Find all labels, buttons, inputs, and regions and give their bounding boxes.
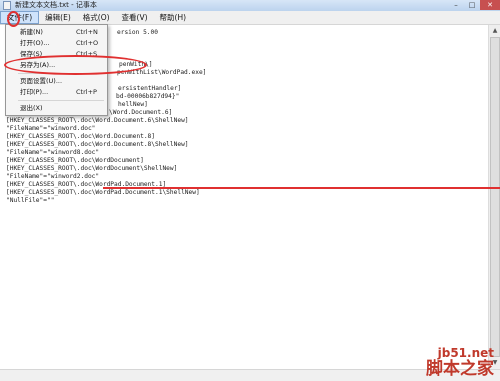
menu-bar: 文件(F) 编辑(E) 格式(O) 查看(V) 帮助(H) xyxy=(0,11,500,25)
scroll-up-icon[interactable]: ▲ xyxy=(490,26,500,36)
menu-item-page-setup[interactable]: 页面设置(U)... xyxy=(6,76,107,87)
file-menu-highlight-circle xyxy=(7,11,20,27)
annotation-underline xyxy=(103,187,500,189)
text-line: ersion 5.00 xyxy=(117,29,158,36)
text-line: "FileName"="winword2.doc" xyxy=(6,173,100,180)
text-line: [HKEY_CLASSES_ROOT\.doc\WordPad.Document… xyxy=(6,189,200,196)
minimize-button[interactable]: – xyxy=(448,0,464,10)
text-line: [HKEY_CLASSES_ROOT\.doc\WordDocument] xyxy=(6,157,144,164)
text-line: [HKEY_CLASSES_ROOT\.doc\Word.Document.8\… xyxy=(6,141,189,148)
window-title: 新建文本文档.txt - 记事本 xyxy=(15,1,97,9)
menu-view[interactable]: 查看(V) xyxy=(116,11,154,24)
menu-item-label: 打印(P)... xyxy=(20,88,49,96)
menu-item-exit[interactable]: 退出(X) xyxy=(6,103,107,114)
text-line: "FileName"="winword.doc" xyxy=(6,125,96,132)
menu-format[interactable]: 格式(O) xyxy=(77,11,116,24)
scrollbar-thumb[interactable] xyxy=(490,37,500,357)
notepad-app-icon[interactable] xyxy=(3,1,11,10)
text-line: "NullFile"="" xyxy=(6,197,55,204)
menu-edit[interactable]: 编辑(E) xyxy=(39,11,77,24)
maximize-button[interactable]: □ xyxy=(464,0,480,10)
text-line: ersistentHandler] xyxy=(118,85,182,92)
status-bar xyxy=(0,369,500,381)
menu-item-shortcut: Ctrl+N xyxy=(76,28,98,36)
text-line: "FileName"="winword8.doc" xyxy=(6,149,100,156)
menu-item-print[interactable]: 打印(P)... Ctrl+P xyxy=(6,87,107,98)
text-line: [HKEY_CLASSES_ROOT\.doc\Word.Document.6\… xyxy=(6,117,189,124)
text-line: [HKEY_CLASSES_ROOT\.doc\Word.Document.8] xyxy=(6,133,156,140)
menu-item-label: 退出(X) xyxy=(20,104,43,112)
menu-separator xyxy=(18,100,104,101)
window-controls: – □ ✕ xyxy=(448,0,500,10)
notepad-window: 新建文本文档.txt - 记事本 – □ ✕ 文件(F) 编辑(E) 格式(O)… xyxy=(0,0,500,381)
menu-item-label: 新建(N) xyxy=(20,28,43,36)
menu-item-open[interactable]: 打开(O)... Ctrl+O xyxy=(6,38,107,49)
site-watermark: jb51.net 脚本之家 xyxy=(426,347,494,379)
close-button[interactable]: ✕ xyxy=(480,0,500,10)
text-line: hellNew] xyxy=(118,101,148,108)
watermark-name: 脚本之家 xyxy=(426,359,494,379)
text-line: [HKEY_CLASSES_ROOT\.doc\WordDocument\She… xyxy=(6,165,178,172)
vertical-scrollbar[interactable]: ▲ ▼ xyxy=(488,25,500,369)
save-as-highlight-oval xyxy=(4,55,147,75)
text-line: bd-00006b827d94}" xyxy=(116,93,180,100)
menu-item-label: 页面设置(U)... xyxy=(20,77,63,85)
menu-item-new[interactable]: 新建(N) Ctrl+N xyxy=(6,27,107,38)
menu-item-label: 打开(O)... xyxy=(20,39,50,47)
menu-item-shortcut: Ctrl+O xyxy=(76,39,99,47)
menu-item-shortcut: Ctrl+P xyxy=(76,88,97,96)
menu-help[interactable]: 帮助(H) xyxy=(154,11,193,24)
text-line: \Word.Document.6] xyxy=(109,109,173,116)
